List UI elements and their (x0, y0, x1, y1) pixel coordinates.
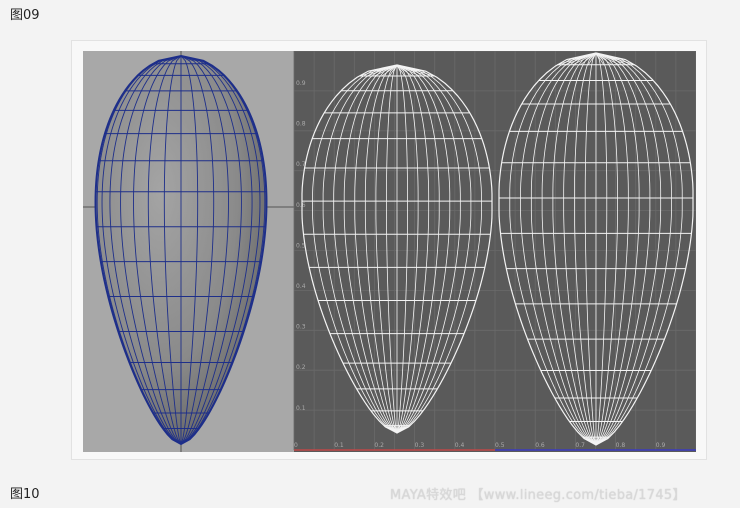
uv-u-tick-label: 0.1 (334, 442, 344, 449)
uv-v-tick-label: 0.4 (296, 283, 306, 290)
uv-v-tick-label: 0.3 (296, 324, 306, 331)
uv-editor-panel[interactable]: 0.9 0.8 0.7 0.6 0.5 0.4 0.3 0.2 0.1 0 0.1 0.2 0.3 0.… (293, 51, 696, 452)
uv-v-tick-label: 0.2 (296, 364, 306, 371)
uv-v-tick-label: 0.8 (296, 121, 306, 128)
uv-u-tick-label: 0.8 (616, 442, 626, 449)
uv-u-tick-label: 0.2 (374, 442, 384, 449)
uv-u-tick-label: 0.5 (495, 442, 505, 449)
uv-u-tick-label: 0 (294, 442, 298, 449)
uv-grid (293, 51, 696, 451)
maya-viewport: 0.9 0.8 0.7 0.6 0.5 0.4 0.3 0.2 0.1 0 0.1 0.2 0.3 0.… (83, 51, 696, 452)
uv-u-tick-label: 0.9 (656, 442, 666, 449)
uv-u-tick-label: 0.3 (415, 442, 425, 449)
uv-v-tick-label: 0.6 (296, 202, 306, 209)
uv-u-tick-label: 0.4 (455, 442, 465, 449)
perspective-panel[interactable] (83, 51, 294, 452)
figure-caption-top: 图09 (10, 8, 40, 23)
uv-u-tick-label: 0.6 (535, 442, 545, 449)
uv-v-tick-label: 0.1 (296, 405, 306, 412)
uv-u-tick-label: 0.7 (575, 442, 585, 449)
figure-caption-bottom: 图10 (10, 487, 40, 502)
uv-v-tick-label: 0.9 (296, 80, 306, 87)
site-watermark: MAYA特效吧 【www.lineeg.com/tieba/1745】 (390, 488, 686, 503)
